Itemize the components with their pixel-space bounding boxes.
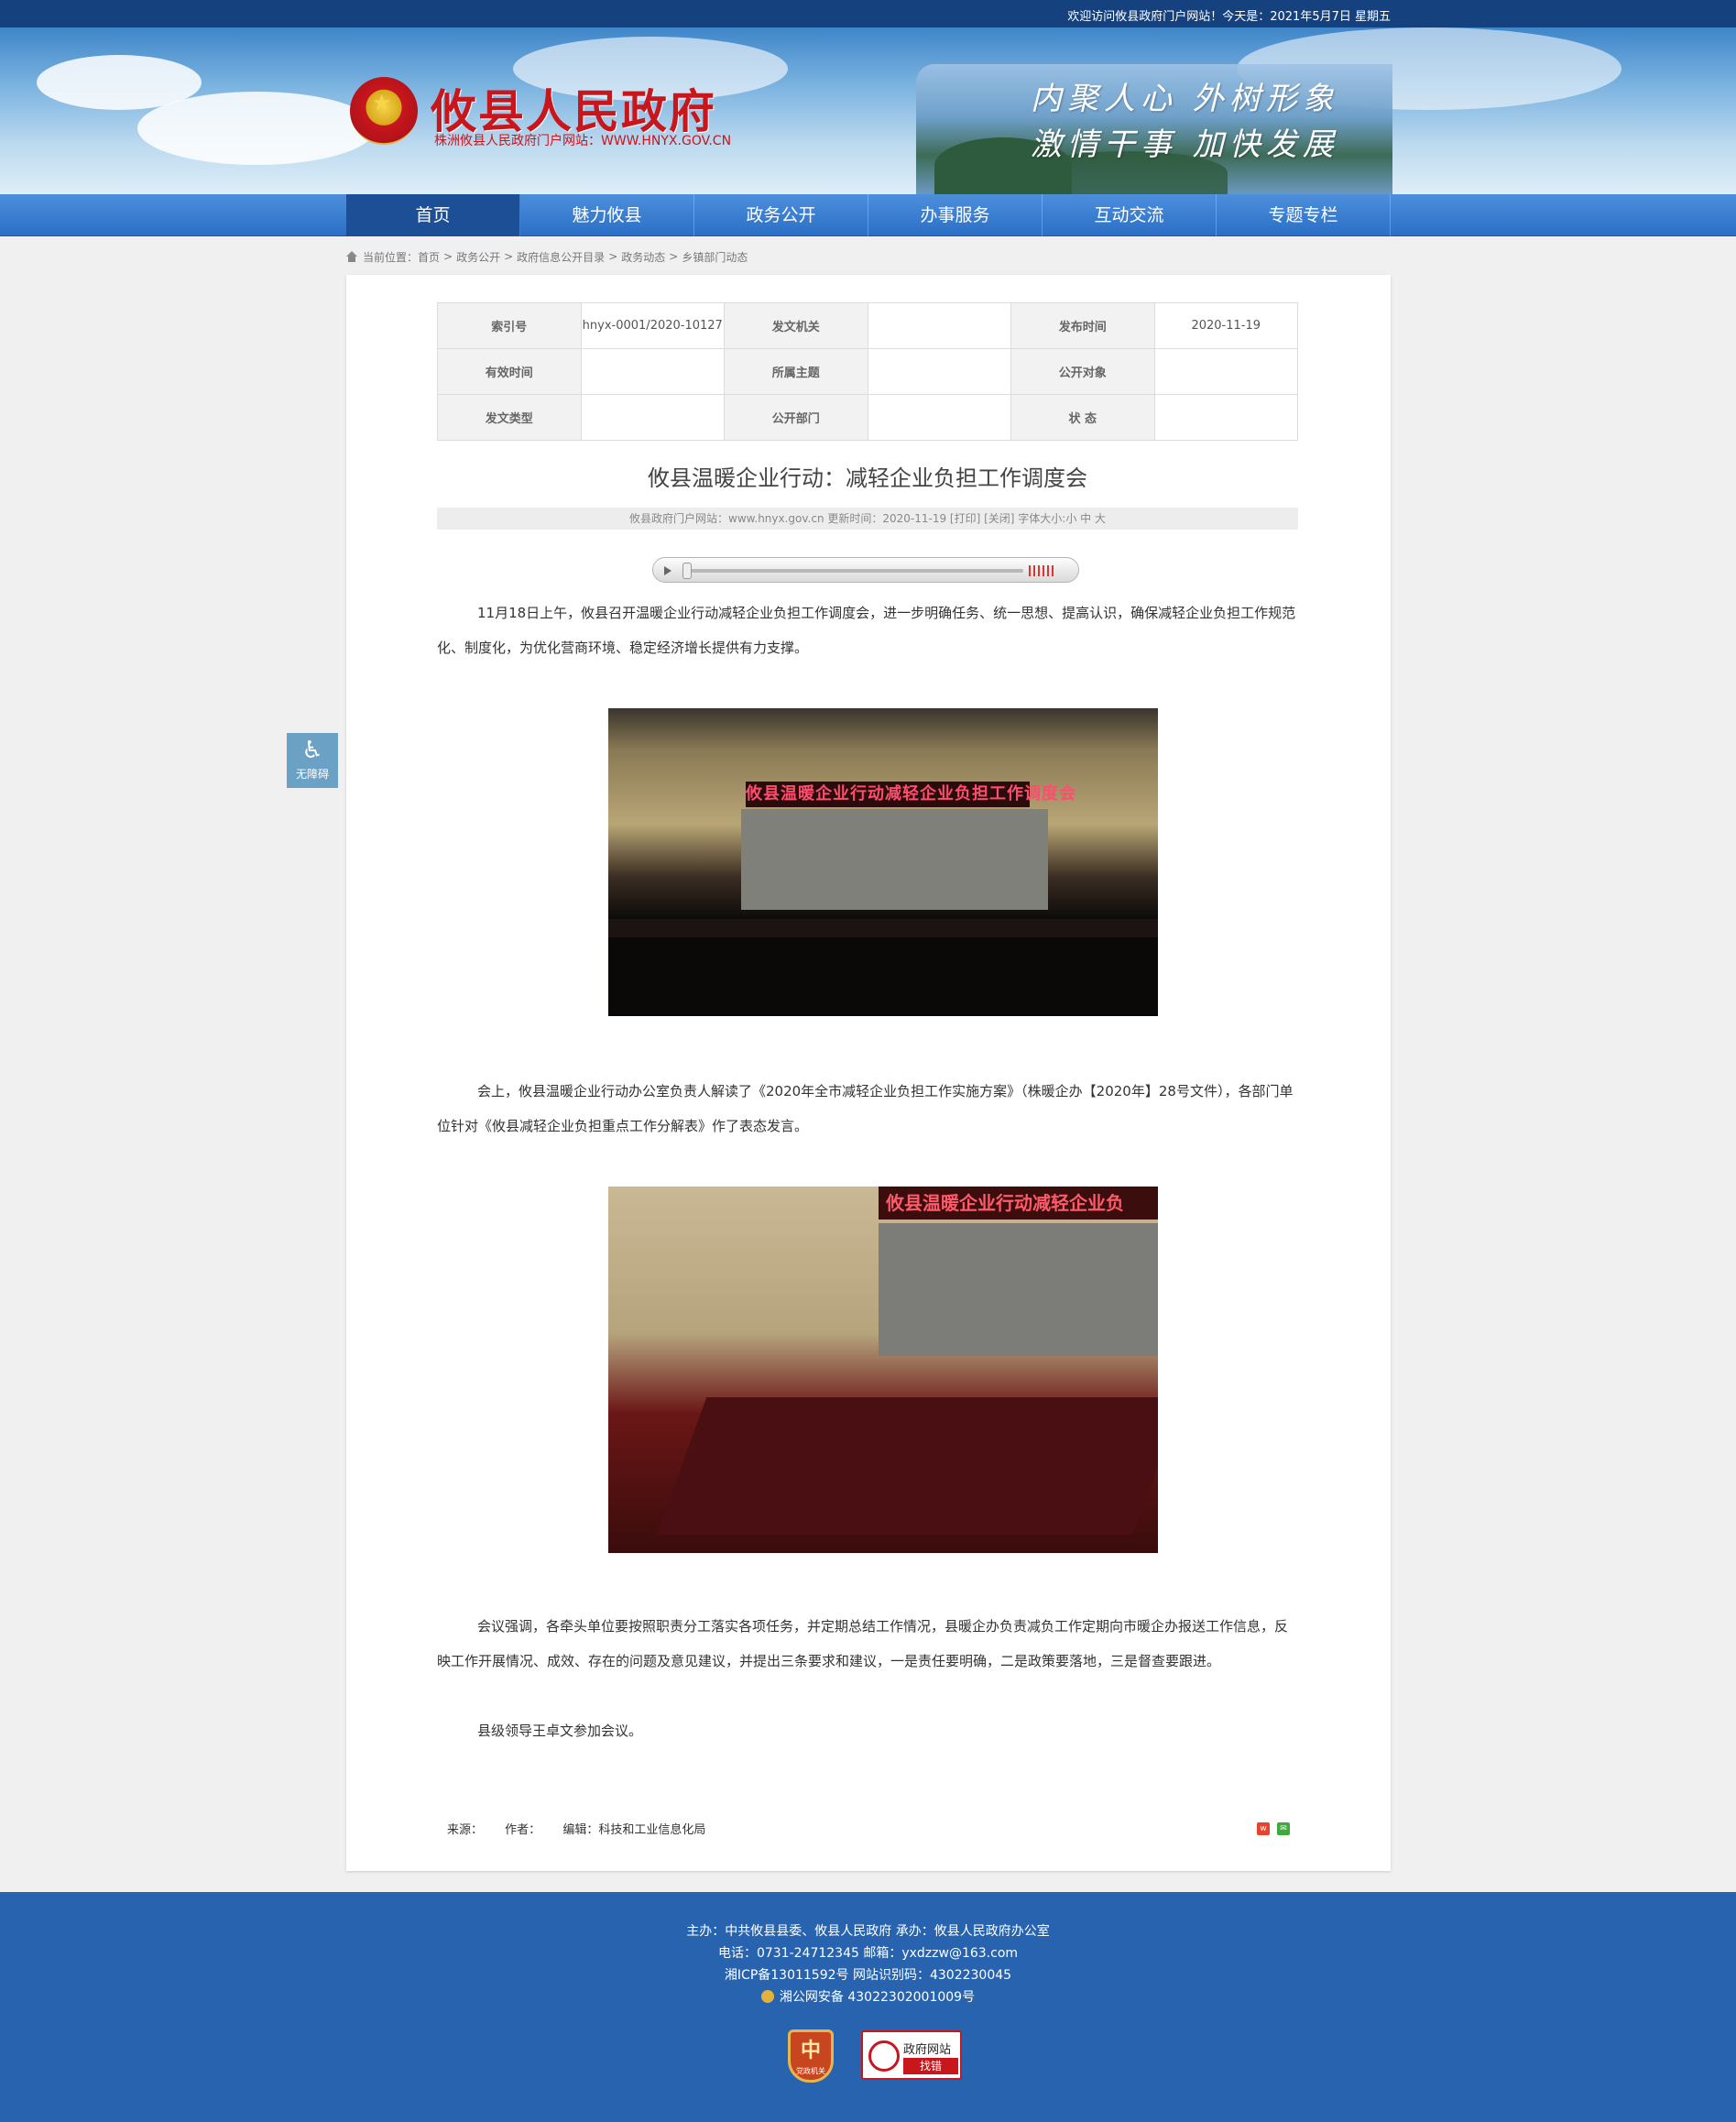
meta-topic-value: [867, 348, 1011, 395]
top-bar: 欢迎访问攸县政府门户网站！今天是：2021年5月7日 星期五: [0, 0, 1736, 27]
breadcrumb-news[interactable]: 政务动态: [621, 249, 665, 265]
meta-label: 公开部门: [724, 394, 868, 441]
footer-sponsor: 主办：中共攸县县委、攸县人民政府 承办：攸县人民政府办公室: [686, 1924, 1050, 1939]
welcome-text: 欢迎访问攸县政府门户网站！今天是：2021年5月7日 星期五: [1067, 10, 1391, 24]
meta-label: 状 态: [1010, 394, 1155, 441]
home-icon: [346, 251, 357, 262]
meta-index-value: hnyx-0001/2020-10127: [580, 302, 725, 349]
breadcrumb-dept-news[interactable]: 乡镇部门动态: [682, 249, 748, 265]
main-nav: 首页 魅力攸县 政务公开 办事服务 互动交流 专题专栏: [0, 194, 1736, 236]
play-icon[interactable]: [661, 563, 675, 578]
nav-item-topics[interactable]: 专题专栏: [1217, 194, 1391, 236]
article-title: 攸县温暖企业行动：减轻企业负担工作调度会: [648, 465, 1087, 491]
nav-item-services[interactable]: 办事服务: [868, 194, 1043, 236]
party-gov-badge-icon[interactable]: 中党政机关: [788, 2029, 834, 2083]
slogan-line-1: 内聚人心 外树形象: [1031, 81, 1339, 117]
meta-label: 公开对象: [1010, 348, 1155, 395]
meta-label: 有效时间: [437, 348, 582, 395]
nav-item-charm[interactable]: 魅力攸县: [520, 194, 694, 236]
cloud-decoration: [137, 92, 376, 165]
progress-track[interactable]: [684, 569, 1023, 573]
nav-item-interaction[interactable]: 互动交流: [1043, 194, 1217, 236]
meta-label: 索引号: [437, 302, 582, 349]
magnifier-icon: [868, 2040, 900, 2072]
metadata-table: 索引号 hnyx-0001/2020-10127 发文机关 发布时间 2020-…: [437, 302, 1298, 441]
breadcrumb: 当前位置： 首页 > 政务公开 > 政府信息公开目录 > 政务动态 > 乡镇部门…: [346, 247, 748, 266]
breadcrumb-home[interactable]: 首页: [418, 249, 440, 265]
weibo-share-icon[interactable]: w: [1257, 1822, 1270, 1835]
gov-site-error-report-button[interactable]: 政府网站 找错: [861, 2030, 962, 2080]
meeting-photo-2: 攸县温暖企业行动减轻企业负: [608, 1187, 1158, 1553]
breadcrumb-prefix: 当前位置：: [363, 250, 419, 264]
meta-label: 发文机关: [724, 302, 868, 349]
header-banner: ★ 攸县人民政府 株洲攸县人民政府门户网站：WWW.HNYX.GOV.CN 内聚…: [0, 27, 1736, 194]
editor-label: 编辑：科技和工业信息化局: [562, 1823, 706, 1837]
meta-date-value: 2020-11-19: [1153, 302, 1298, 349]
article-paragraph: 会上，攸县温暖企业行动办公室负责人解读了《2020年全市减轻企业负担工作实施方案…: [437, 1083, 1294, 1134]
footer-police-record[interactable]: 湘公网安备 43022302001009号: [0, 1987, 1736, 2006]
meta-status-value: [1153, 394, 1298, 441]
meta-label: 发文类型: [437, 394, 582, 441]
breadcrumb-gov-affairs[interactable]: 政务公开: [456, 249, 500, 265]
slogan-line-2: 激情干事 加快发展: [1031, 126, 1339, 163]
meta-valid-value: [580, 348, 725, 395]
audio-player[interactable]: [652, 557, 1079, 583]
progress-handle[interactable]: [682, 563, 692, 579]
footer-contact: 电话：0731-24712345 邮箱：yxdzzw@163.com: [717, 1946, 1019, 1961]
article-paragraph: 县级领导王卓文参加会议。: [477, 1723, 643, 1739]
meta-label: 发布时间: [1010, 302, 1155, 349]
nav-item-gov-affairs[interactable]: 政务公开: [694, 194, 868, 236]
meta-org-value: [867, 302, 1011, 349]
photo-banner-text: 攸县温暖企业行动减轻企业负担工作调度会: [746, 782, 1075, 807]
article-footer-meta: 来源： 作者： 编辑：科技和工业信息化局: [447, 1820, 724, 1837]
source-label: 来源：: [447, 1823, 484, 1837]
wechat-share-icon[interactable]: ✉: [1277, 1822, 1290, 1835]
site-subtitle: 株洲攸县人民政府门户网站：WWW.HNYX.GOV.CN: [434, 134, 732, 148]
meta-label: 所属主题: [724, 348, 868, 395]
meta-audience-value: [1153, 348, 1298, 395]
accessibility-label: 无障碍: [295, 768, 329, 781]
national-emblem-icon: ★: [350, 77, 418, 145]
nav-item-home[interactable]: 首页: [346, 194, 520, 236]
wheelchair-icon: ♿: [301, 737, 323, 764]
police-badge-icon: [760, 1990, 774, 2003]
meta-dept-value: [867, 394, 1011, 441]
author-label: 作者：: [505, 1823, 541, 1837]
volume-icon[interactable]: [1029, 565, 1056, 576]
article-paragraph: 11月18日上午，攸县召开温暖企业行动减轻企业负担工作调度会，进一步明确任务、统…: [437, 605, 1296, 656]
meeting-photo-1: 攸县温暖企业行动减轻企业负担工作调度会: [608, 708, 1158, 1016]
meta-type-value: [580, 394, 725, 441]
site-footer: 主办：中共攸县县委、攸县人民政府 承办：攸县人民政府办公室 电话：0731-24…: [0, 1892, 1736, 2122]
breadcrumb-catalog[interactable]: 政府信息公开目录: [517, 249, 605, 265]
article-card: 索引号 hnyx-0001/2020-10127 发文机关 发布时间 2020-…: [346, 275, 1391, 1871]
photo-banner-text: 攸县温暖企业行动减轻企业负: [879, 1187, 1158, 1220]
article-info-bar[interactable]: 攸县政府门户网站：www.hnyx.gov.cn 更新时间：2020-11-19…: [437, 508, 1298, 530]
footer-icp[interactable]: 湘ICP备13011592号 网站识别码：4302230045: [0, 1965, 1736, 1984]
accessibility-button[interactable]: ♿ 无障碍: [287, 733, 338, 788]
article-paragraph: 会议强调，各牵头单位要按照职责分工落实各项任务，并定期总结工作情况，县暖企办负责…: [437, 1618, 1289, 1669]
